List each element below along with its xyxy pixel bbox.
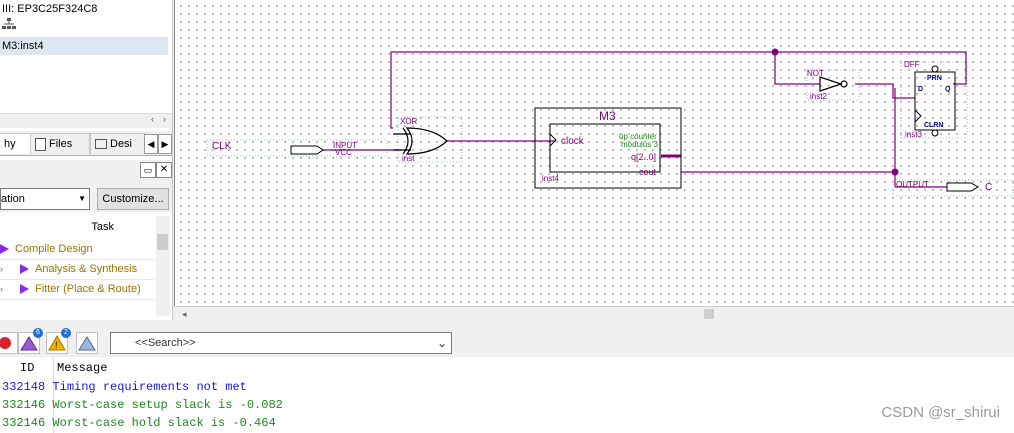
canvas-hscroll[interactable]: ◂ xyxy=(174,306,1014,321)
task-list-vscroll[interactable] xyxy=(156,216,170,316)
task-column-header[interactable]: Task xyxy=(0,218,154,236)
chevron-down-icon: ▼ xyxy=(78,194,86,203)
watermark: CSDN @sr_shirui xyxy=(881,404,1000,421)
navigator-hscroll[interactable]: ‹ › xyxy=(0,113,172,128)
input-pin-name: CLK xyxy=(212,141,232,152)
tab-hierarchy-label: hy xyxy=(4,138,16,150)
task-label: Fitter (Place & Route) xyxy=(35,283,141,295)
xor-gate[interactable] xyxy=(393,127,448,155)
flow-select-value: ation xyxy=(1,193,25,205)
message-row[interactable]: 332146 Worst-case setup slack is -0.082 xyxy=(2,396,283,414)
message-text: Worst-case hold slack is -0.464 xyxy=(52,416,276,430)
files-icon xyxy=(35,137,46,151)
expand-icon[interactable]: › xyxy=(0,260,12,279)
message-text: Timing requirements not met xyxy=(52,380,247,394)
task-label: Compile Design xyxy=(15,243,93,255)
critical-warning-filter-button[interactable]: 6 xyxy=(18,328,43,354)
not-inst-label: inst2 xyxy=(810,92,827,101)
message-id: 332148 xyxy=(2,380,46,394)
tab-hierarchy[interactable]: hy xyxy=(0,133,31,154)
suppressed-icon xyxy=(78,336,96,351)
not-type-label: NOT xyxy=(807,69,824,78)
tab-scroll-left-button[interactable]: ◀ xyxy=(144,134,158,154)
dff-q-label: Q xyxy=(945,86,951,93)
search-placeholder: <<Search>> xyxy=(135,337,196,349)
message-id: 332146 xyxy=(2,398,46,412)
not-gate[interactable] xyxy=(819,76,848,92)
play-icon xyxy=(0,244,9,255)
dff-inst-label: inst3 xyxy=(905,130,922,139)
scroll-right-icon[interactable]: › xyxy=(163,114,166,124)
critical-warning-count: 6 xyxy=(33,328,43,338)
counter-inst-label: inst4 xyxy=(542,174,559,183)
tab-design-units[interactable]: Desi xyxy=(90,133,146,154)
message-search-input[interactable]: <<Search>> ⌄ xyxy=(110,332,452,354)
scroll-left-icon[interactable]: ◂ xyxy=(182,309,187,320)
customize-button[interactable]: Customize... xyxy=(97,188,169,210)
counter-port-q: q[2..0] xyxy=(631,152,656,162)
suppressed-filter-button[interactable] xyxy=(76,332,98,354)
xor-inst-label: inst xyxy=(402,154,415,163)
task-label: Analysis & Synthesis xyxy=(35,263,138,275)
column-header-id[interactable]: ID xyxy=(20,359,34,377)
output-pin-name: C xyxy=(985,182,992,193)
task-analysis-synthesis[interactable]: › Analysis & Synthesis xyxy=(0,260,154,280)
device-label[interactable]: III: EP3C25F324C8 xyxy=(2,0,168,18)
warning-count: 2 xyxy=(61,328,71,338)
design-units-icon xyxy=(95,139,107,150)
warning-filter-button[interactable]: ! 2 xyxy=(46,328,71,354)
dff-prn-label: PRN xyxy=(927,75,942,82)
task-fitter[interactable]: › Fitter (Place & Route) xyxy=(0,280,154,300)
close-icon[interactable]: ✕ xyxy=(156,162,172,178)
message-row[interactable]: 332148 Timing requirements not met xyxy=(2,378,247,396)
expand-icon[interactable]: › xyxy=(0,280,12,299)
restore-icon[interactable]: ▭ xyxy=(140,162,156,178)
message-id: 332146 xyxy=(2,416,46,430)
scroll-left-icon[interactable]: ‹ xyxy=(151,114,154,124)
counter-port-clock: clock xyxy=(561,136,585,147)
error-filter-button[interactable] xyxy=(0,332,18,354)
navigator-tabs: hy Files Desi ◀ ▶ xyxy=(0,131,172,156)
flow-select[interactable]: ation ▼ xyxy=(0,188,90,210)
output-pin-type: OUTPUT xyxy=(896,180,929,189)
selected-entity[interactable]: M3:inst4 xyxy=(0,37,168,55)
scroll-thumb[interactable] xyxy=(157,234,168,250)
svg-text:!: ! xyxy=(55,340,58,350)
input-pin-default: VCC xyxy=(335,148,352,157)
tab-files-label: Files xyxy=(49,138,73,150)
column-header-message[interactable]: Message xyxy=(57,359,107,377)
play-icon xyxy=(20,284,29,295)
schematic-canvas[interactable]: CLK INPUT VCC XOR inst M3 clock up count… xyxy=(174,0,1014,306)
scroll-thumb[interactable] xyxy=(704,309,714,319)
tab-files[interactable]: Files xyxy=(30,133,90,154)
dff-clrn-label: CLRN xyxy=(924,122,943,129)
message-row[interactable]: 332146 Worst-case hold slack is -0.464 xyxy=(2,414,276,432)
tab-design-units-label: Desi xyxy=(110,138,133,150)
project-navigator-panel: III: EP3C25F324C8 M3:inst4 ‹ › hy Files … xyxy=(0,0,173,320)
tab-scroll-right-button[interactable]: ▶ xyxy=(158,134,172,154)
chevron-down-icon[interactable]: ⌄ xyxy=(437,333,447,353)
messages-panel: ID Message 332148 Timing requirements no… xyxy=(0,357,1014,433)
counter-desc-2: modulus 3 xyxy=(621,140,658,149)
hierarchy-icon xyxy=(2,18,16,36)
counter-title: M3 xyxy=(599,109,616,123)
task-list: Task Compile Design › Analysis & Synthesi… xyxy=(0,216,172,316)
error-icon xyxy=(0,337,11,349)
play-icon xyxy=(20,264,29,275)
counter-port-cout: cout xyxy=(639,167,657,177)
message-text: Worst-case setup slack is -0.082 xyxy=(52,398,283,412)
dff-type-label: DFF xyxy=(904,60,920,69)
xor-type-label: XOR xyxy=(400,117,418,126)
task-compile-design[interactable]: Compile Design xyxy=(0,240,154,260)
dff-d-label: D xyxy=(918,86,923,93)
hierarchy-row[interactable] xyxy=(2,18,168,36)
